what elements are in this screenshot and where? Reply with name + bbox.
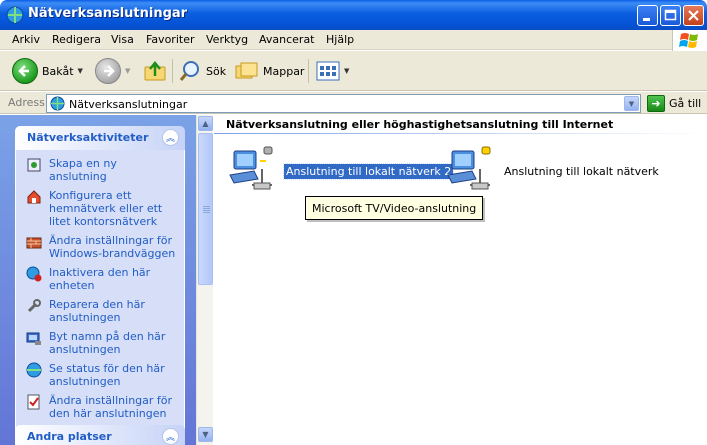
scroll-up-icon[interactable]: ▲ <box>198 116 213 131</box>
minimize-icon <box>643 18 650 21</box>
network-connections-icon <box>50 96 65 111</box>
windows-flag-icon <box>679 33 698 48</box>
task-pane: Nätverksaktiviteter ︽ Skapa en ny anslut… <box>0 115 196 445</box>
lan-connection-icon <box>447 146 491 190</box>
device-tooltip: Microsoft TV/Video-anslutning <box>305 196 484 220</box>
menu-bar: Arkiv Redigera Visa Favoriter Verktyg Av… <box>0 30 707 50</box>
windows-logo <box>672 30 707 51</box>
connection-item-lan-2[interactable]: Anslutning till lokalt nätverk 2 <box>228 145 455 197</box>
title-bar[interactable]: Nätverksanslutningar <box>0 0 707 30</box>
toolbar-separator <box>172 59 173 83</box>
task-status[interactable]: Se status för den här anslutningen <box>16 361 184 390</box>
search-icon <box>179 61 199 81</box>
maximize-icon <box>664 9 677 21</box>
task-pane-scrollbar[interactable]: ▲ ▼ <box>196 115 213 445</box>
disable-device-icon <box>26 266 42 282</box>
folder-up-icon <box>144 61 166 81</box>
menu-visa[interactable]: Visa <box>111 33 134 46</box>
close-button[interactable] <box>683 5 704 26</box>
network-tasks-title: Nätverksaktiviteter <box>27 131 149 144</box>
forward-button[interactable]: ▼ <box>95 51 130 91</box>
search-button[interactable]: Sök <box>178 51 226 91</box>
address-label: Adress <box>8 96 45 109</box>
task-repair[interactable]: Reparera den här anslutningen <box>16 297 184 326</box>
collapse-icon[interactable]: ︽ <box>162 428 179 445</box>
go-button[interactable]: ➜ Gå till <box>647 94 701 113</box>
maximize-button[interactable] <box>660 5 681 26</box>
forward-arrow-icon <box>95 58 121 84</box>
lan-connection-icon <box>229 146 273 190</box>
network-tasks-list: Skapa en ny anslutning Konfigurera ett h… <box>15 150 185 434</box>
back-arrow-icon <box>12 58 38 84</box>
task-firewall[interactable]: Ändra inställningar för Windows-brandväg… <box>16 233 184 262</box>
scroll-down-icon[interactable]: ▼ <box>198 427 213 442</box>
new-connection-icon <box>27 158 41 172</box>
forward-dropdown-icon[interactable]: ▼ <box>125 67 130 75</box>
network-connections-icon <box>6 6 24 24</box>
connection-item-lan[interactable]: Anslutning till lokalt nätverk <box>446 145 661 197</box>
file-view: Nätverksanslutning eller höghastighetsan… <box>214 115 707 445</box>
minimize-button[interactable] <box>637 5 658 26</box>
menu-verktyg[interactable]: Verktyg <box>206 33 248 46</box>
address-value: Nätverksanslutningar <box>69 98 188 111</box>
back-dropdown-icon[interactable]: ▼ <box>78 67 83 75</box>
search-label: Sök <box>206 64 227 78</box>
go-arrow-icon: ➜ <box>647 95 665 112</box>
toolbar-separator <box>308 59 309 83</box>
back-button[interactable]: Bakåt ▼ <box>12 51 83 91</box>
connection-label: Anslutning till lokalt nätverk <box>504 164 659 178</box>
status-icon <box>26 362 42 378</box>
repair-icon <box>27 299 41 313</box>
views-icon <box>316 61 340 81</box>
window-title: Nätverksanslutningar <box>28 6 188 21</box>
rename-icon <box>26 332 41 345</box>
toolbar: Bakåt ▼ ▼ Sök Mappar ▼ <box>0 51 707 91</box>
collapse-icon[interactable]: ︽ <box>162 129 179 146</box>
menu-redigera[interactable]: Redigera <box>52 33 101 46</box>
up-button[interactable] <box>143 51 167 91</box>
task-disable-device[interactable]: Inaktivera den här enheten <box>16 265 184 294</box>
network-tasks-header[interactable]: Nätverksaktiviteter ︽ <box>15 126 185 150</box>
other-places-panel: Andra platser ︽ <box>15 425 185 445</box>
go-label: Gå till <box>669 97 702 110</box>
settings-icon <box>27 394 40 410</box>
folders-label: Mappar <box>263 64 305 78</box>
menu-hjalp[interactable]: Hjälp <box>326 33 354 46</box>
task-home-network[interactable]: Konfigurera ett hemnätverk eller ett lit… <box>16 188 184 230</box>
menu-favoriter[interactable]: Favoriter <box>146 33 194 46</box>
menu-arkiv[interactable]: Arkiv <box>12 33 40 46</box>
task-settings[interactable]: Ändra inställningar för den här anslutni… <box>16 393 184 422</box>
views-button[interactable]: ▼ <box>316 51 349 91</box>
firewall-icon <box>26 237 42 249</box>
folders-icon <box>235 62 258 79</box>
address-dropdown-icon[interactable]: ▼ <box>624 96 639 111</box>
folders-button[interactable]: Mappar <box>235 51 304 91</box>
network-tasks-panel: Nätverksaktiviteter ︽ Skapa en ny anslut… <box>15 126 185 434</box>
close-icon <box>688 10 699 21</box>
address-bar: Adress Nätverksanslutningar ▼ ➜ Gå till <box>0 92 707 114</box>
group-divider <box>214 133 707 134</box>
connection-label: Anslutning till lokalt nätverk 2 <box>282 162 455 180</box>
back-label: Bakåt <box>42 64 74 78</box>
address-input[interactable]: Nätverksanslutningar ▼ <box>46 94 641 113</box>
other-places-title: Andra platser <box>27 430 112 443</box>
other-places-header[interactable]: Andra platser ︽ <box>15 425 185 445</box>
group-heading: Nätverksanslutning eller höghastighetsan… <box>226 118 614 131</box>
task-create-connection[interactable]: Skapa en ny anslutning <box>16 156 184 185</box>
scroll-thumb[interactable] <box>198 133 213 285</box>
task-rename[interactable]: Byt namn på den här anslutningen <box>16 329 184 358</box>
views-dropdown-icon[interactable]: ▼ <box>344 67 349 75</box>
menu-avancerat[interactable]: Avancerat <box>259 33 315 46</box>
home-network-icon <box>27 190 41 204</box>
